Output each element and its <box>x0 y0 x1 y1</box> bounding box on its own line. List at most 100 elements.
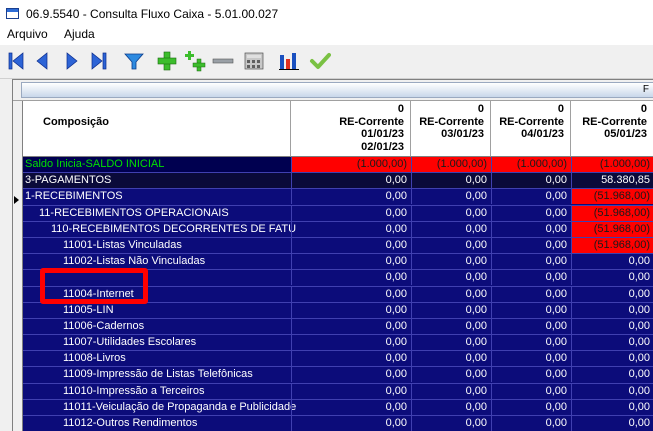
table-cell[interactable]: 0,00 <box>411 237 491 253</box>
column-header-date-1[interactable]: 0 RE-Corrente 01/01/23 02/01/23 <box>291 101 411 157</box>
table-cell[interactable]: 0,00 <box>571 270 653 286</box>
column-header-date-3[interactable]: 0 RE-Corrente 04/01/23 <box>491 101 571 157</box>
table-cell[interactable]: 0,00 <box>411 189 491 205</box>
table-cell[interactable]: 0,00 <box>571 399 653 415</box>
table-cell[interactable]: 0,00 <box>291 416 411 431</box>
table-cell[interactable]: 0,00 <box>291 302 411 318</box>
table-cell[interactable]: 0,00 <box>411 302 491 318</box>
table-cell[interactable]: 0,00 <box>491 237 571 253</box>
table-row[interactable]: 11004-Internet 0,00 0,00 0,00 0,00 <box>23 286 653 303</box>
table-cell[interactable]: 0,00 <box>291 335 411 351</box>
table-cell[interactable]: 0,00 <box>571 351 653 367</box>
table-cell[interactable]: 0,00 <box>291 351 411 367</box>
group-band[interactable]: F <box>21 82 653 98</box>
table-cell[interactable]: 0,00 <box>291 399 411 415</box>
table-cell[interactable]: 0,00 <box>491 335 571 351</box>
table-cell[interactable]: (1.000,00) <box>491 157 571 172</box>
table-row[interactable]: 11006-Cadernos 0,00 0,00 0,00 0,00 <box>23 318 653 336</box>
table-row[interactable]: 110-RECEBIMENTOS DECORRENTES DE FATU 0,00… <box>23 221 653 238</box>
column-header-date-4[interactable]: 0 RE-Corrente 05/01/23 <box>571 101 653 157</box>
table-cell[interactable]: 0,00 <box>411 399 491 415</box>
table-cell[interactable]: 0,00 <box>291 173 411 189</box>
table-cell[interactable]: 0,00 <box>491 318 571 334</box>
table-cell[interactable]: 58.380,85 <box>571 173 653 189</box>
previous-record-icon[interactable] <box>31 49 53 73</box>
table-cell[interactable]: (1.000,00) <box>291 157 411 172</box>
table-cell[interactable]: 0,00 <box>291 318 411 334</box>
table-cell[interactable]: (1.000,00) <box>411 157 491 172</box>
table-cell[interactable]: 0,00 <box>291 205 411 221</box>
table-cell[interactable]: 0,00 <box>291 367 411 383</box>
column-header-composicao[interactable]: Composição <box>23 101 291 157</box>
table-row[interactable]: 0,00 0,00 0,00 0,00 <box>23 270 653 287</box>
add-multiple-icon[interactable] <box>184 49 206 73</box>
table-cell[interactable]: 0,00 <box>291 383 411 399</box>
table-cell[interactable]: 0,00 <box>571 318 653 334</box>
table-cell[interactable]: 0,00 <box>291 221 411 237</box>
table-cell[interactable]: 0,00 <box>571 254 653 270</box>
table-cell[interactable]: 0,00 <box>291 286 411 302</box>
table-cell[interactable]: 0,00 <box>491 205 571 221</box>
table-cell[interactable]: 0,00 <box>571 383 653 399</box>
table-row[interactable]: 11001-Listas Vinculadas 0,00 0,00 0,00 (51.9… <box>23 237 653 255</box>
table-row[interactable]: 11010-Impressão a Terceiros 0,00 0,00 0,00 0… <box>23 383 653 400</box>
table-cell[interactable]: 0,00 <box>571 367 653 383</box>
table-cell[interactable]: (51.968,00) <box>571 237 653 253</box>
table-cell[interactable]: (51.968,00) <box>571 205 653 221</box>
menu-ajuda[interactable]: Ajuda <box>64 27 95 41</box>
table-cell[interactable]: 0,00 <box>411 221 491 237</box>
add-icon[interactable] <box>156 49 178 73</box>
table-cell[interactable]: 0,00 <box>411 416 491 431</box>
table-row[interactable]: 11007-Utilidades Escolares 0,00 0,00 0,00 0,… <box>23 335 653 352</box>
table-cell[interactable]: 0,00 <box>291 254 411 270</box>
confirm-check-icon[interactable] <box>309 49 331 73</box>
bar-chart-icon[interactable] <box>278 49 300 73</box>
table-row[interactable]: 11002-Listas Não Vinculadas 0,00 0,00 0,00 0… <box>23 254 653 271</box>
table-cell[interactable]: 0,00 <box>411 270 491 286</box>
table-cell[interactable]: 0,00 <box>411 367 491 383</box>
table-row[interactable]: 11-RECEBIMENTOS OPERACIONAIS 0,00 0,00 0,00… <box>23 205 653 222</box>
table-cell[interactable]: 0,00 <box>411 286 491 302</box>
table-row[interactable]: 1-RECEBIMENTOS 0,00 0,00 0,00 (51.968,00) <box>23 189 653 206</box>
table-cell[interactable]: 0,00 <box>571 335 653 351</box>
table-cell[interactable]: 0,00 <box>411 205 491 221</box>
table-cell[interactable]: (51.968,00) <box>571 189 653 205</box>
table-cell[interactable]: 0,00 <box>491 416 571 431</box>
table-cell[interactable]: 0,00 <box>491 367 571 383</box>
table-cell[interactable]: 0,00 <box>411 318 491 334</box>
table-cell[interactable]: 0,00 <box>491 351 571 367</box>
table-cell[interactable]: 0,00 <box>571 416 653 431</box>
table-cell[interactable]: 0,00 <box>411 351 491 367</box>
table-cell[interactable]: (1.000,00) <box>571 157 653 172</box>
table-cell[interactable]: 0,00 <box>491 383 571 399</box>
menu-arquivo[interactable]: Arquivo <box>7 27 48 41</box>
calculator-icon[interactable] <box>243 49 265 73</box>
next-record-icon[interactable] <box>61 49 83 73</box>
filter-icon[interactable] <box>123 49 145 73</box>
table-cell[interactable]: 0,00 <box>491 270 571 286</box>
table-cell[interactable]: 0,00 <box>571 302 653 318</box>
table-cell[interactable]: 0,00 <box>491 286 571 302</box>
table-cell[interactable]: 0,00 <box>291 237 411 253</box>
table-cell[interactable]: 0,00 <box>411 335 491 351</box>
table-cell[interactable]: 0,00 <box>491 189 571 205</box>
table-cell[interactable]: 0,00 <box>491 254 571 270</box>
table-cell[interactable]: 0,00 <box>571 286 653 302</box>
table-cell[interactable]: 0,00 <box>491 399 571 415</box>
table-cell[interactable]: 0,00 <box>491 302 571 318</box>
table-row[interactable]: 11011-Veiculação de Propaganda e Publici… <box>23 399 653 416</box>
table-row[interactable]: 3-PAGAMENTOS 0,00 0,00 0,00 58.380,85 <box>23 173 653 190</box>
table-cell[interactable]: (51.968,00) <box>571 221 653 237</box>
table-cell[interactable]: 0,00 <box>411 254 491 270</box>
remove-icon[interactable] <box>212 49 234 73</box>
first-record-icon[interactable] <box>6 49 28 73</box>
table-cell[interactable]: 0,00 <box>491 173 571 189</box>
table-cell[interactable]: 0,00 <box>291 270 411 286</box>
table-row[interactable]: 11005-LIN 0,00 0,00 0,00 0,00 <box>23 302 653 319</box>
last-record-icon[interactable] <box>87 49 109 73</box>
table-cell[interactable]: 0,00 <box>411 173 491 189</box>
column-header-date-2[interactable]: 0 RE-Corrente 03/01/23 <box>411 101 491 157</box>
table-cell[interactable]: 0,00 <box>291 189 411 205</box>
table-row[interactable]: 11009-Impressão de Listas Telefônicas 0,0… <box>23 367 653 384</box>
table-row[interactable]: 11012-Outros Rendimentos 0,00 0,00 0,00 0,00 <box>23 416 653 431</box>
